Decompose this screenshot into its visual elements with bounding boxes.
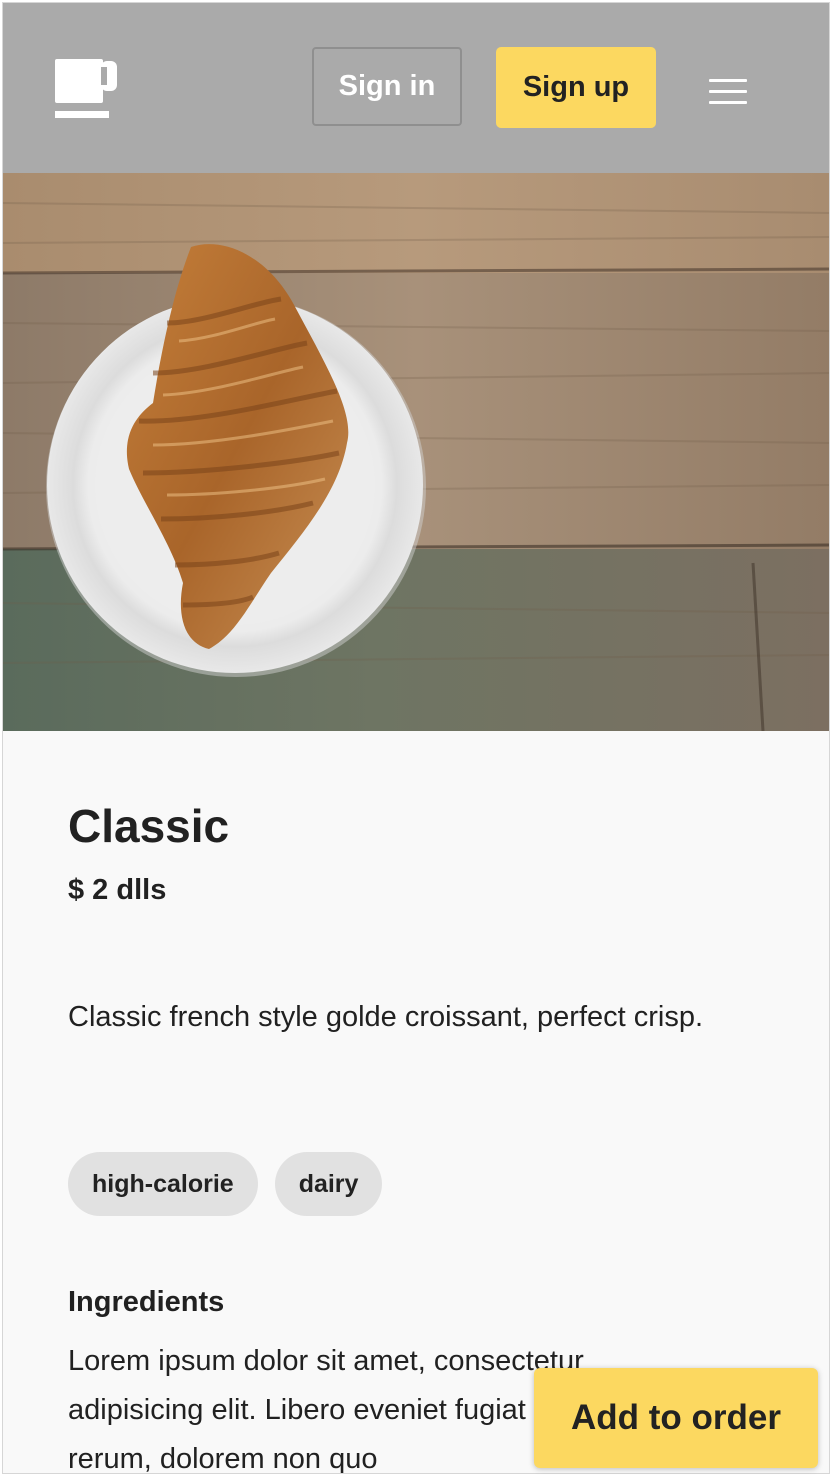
- add-to-order-button[interactable]: Add to order: [534, 1368, 818, 1468]
- app-frame: Sign in Sign up Classic $ 2 dlls Classic…: [2, 2, 830, 1474]
- product-title: Classic: [68, 800, 230, 852]
- sign-in-button[interactable]: Sign in: [312, 47, 462, 126]
- tag-chip[interactable]: high-calorie: [68, 1152, 258, 1216]
- product-hero-image: [3, 173, 829, 731]
- ingredients-heading: Ingredients: [68, 1286, 225, 1318]
- product-description: Classic french style golde croissant, pe…: [68, 1001, 704, 1033]
- tag-list: high-calorie dairy: [68, 1152, 383, 1216]
- hamburger-menu-icon[interactable]: [709, 77, 749, 107]
- tag-chip[interactable]: dairy: [274, 1152, 383, 1216]
- sign-up-button[interactable]: Sign up: [496, 47, 656, 128]
- coffee-cup-icon[interactable]: [55, 59, 119, 123]
- product-price: $ 2 dlls: [68, 874, 167, 906]
- top-header: Sign in Sign up: [3, 3, 829, 173]
